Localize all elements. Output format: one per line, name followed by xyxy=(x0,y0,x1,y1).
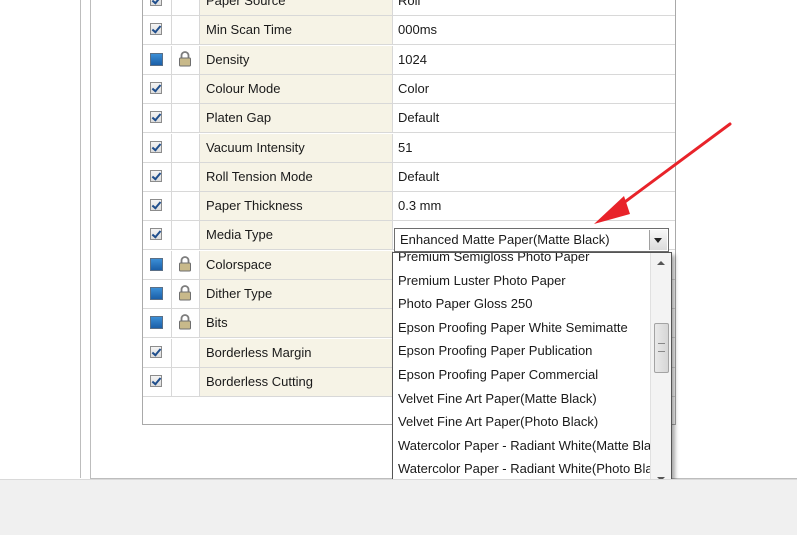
row-toggle-cell[interactable] xyxy=(143,250,172,279)
property-name: Density xyxy=(200,45,393,74)
chevron-down-icon[interactable] xyxy=(649,230,667,250)
lock-cell xyxy=(171,45,200,74)
media-type-option[interactable]: Watercolor Paper - Radiant White(Photo B… xyxy=(393,457,651,481)
media-type-option[interactable]: Epson Proofing Paper White Semimatte xyxy=(393,316,651,340)
property-name: Colorspace xyxy=(200,250,393,279)
lock-cell xyxy=(171,338,200,367)
media-type-option[interactable]: Epson Proofing Paper Publication xyxy=(393,339,651,363)
property-name: Bits xyxy=(200,309,393,338)
row-toggle-cell[interactable] xyxy=(143,16,172,45)
row-toggle-cell[interactable] xyxy=(143,192,172,221)
options-scrollbar[interactable] xyxy=(650,253,671,489)
row-toggle-cell[interactable] xyxy=(143,309,172,338)
lock-cell xyxy=(171,74,200,103)
media-type-option[interactable]: Premium Luster Photo Paper xyxy=(393,269,651,293)
left-panel xyxy=(0,0,81,478)
row-toggle-cell[interactable] xyxy=(143,45,172,74)
media-type-option[interactable]: Premium Semigloss Photo Paper xyxy=(393,253,651,269)
padlock-icon xyxy=(179,285,191,301)
checkbox-checked-icon[interactable] xyxy=(150,111,162,124)
options-container: Premium Semigloss Photo Paper Premium Lus… xyxy=(393,253,651,489)
property-name: Platen Gap xyxy=(200,104,393,133)
property-name: Dither Type xyxy=(200,280,393,308)
property-row[interactable]: Colour Mode Color xyxy=(143,74,675,104)
lock-cell xyxy=(171,133,200,162)
property-value[interactable]: Color xyxy=(394,74,675,103)
lock-cell xyxy=(171,0,200,15)
property-name: Vacuum Intensity xyxy=(200,133,393,162)
blue-square-icon[interactable] xyxy=(150,257,163,271)
row-toggle-cell[interactable] xyxy=(143,162,172,191)
blue-square-icon[interactable] xyxy=(150,52,163,66)
padlock-icon xyxy=(179,255,191,272)
lock-cell xyxy=(171,104,200,133)
row-toggle-cell[interactable] xyxy=(143,0,172,15)
row-toggle-cell[interactable] xyxy=(143,104,172,133)
row-toggle-cell[interactable] xyxy=(143,133,172,162)
checkbox-checked-icon[interactable] xyxy=(150,0,162,6)
scroll-up-icon[interactable] xyxy=(651,253,671,271)
lock-cell xyxy=(171,221,200,250)
lock-cell xyxy=(171,162,200,191)
lock-cell xyxy=(171,367,200,396)
media-type-combobox[interactable]: Enhanced Matte Paper(Matte Black) xyxy=(394,228,669,252)
lock-cell xyxy=(171,280,200,308)
red-arrow-icon xyxy=(594,122,732,224)
checkbox-checked-icon[interactable] xyxy=(150,228,162,241)
row-toggle-cell[interactable] xyxy=(143,338,172,367)
lock-cell xyxy=(171,250,200,279)
property-name: Borderless Margin xyxy=(200,338,393,367)
property-name: Paper Source xyxy=(200,0,393,15)
row-toggle-cell[interactable] xyxy=(143,74,172,103)
media-type-option[interactable]: Watercolor Paper - Radiant White(Matte B… xyxy=(393,434,651,458)
property-value[interactable]: 1024 xyxy=(394,45,675,74)
media-type-option[interactable]: Velvet Fine Art Paper(Photo Black) xyxy=(393,410,651,434)
lock-cell xyxy=(171,16,200,45)
row-toggle-cell[interactable] xyxy=(143,280,172,308)
checkbox-checked-icon[interactable] xyxy=(150,199,162,212)
row-toggle-cell[interactable] xyxy=(143,221,172,250)
property-name: Roll Tension Mode xyxy=(200,162,393,191)
property-name: Borderless Cutting xyxy=(200,367,393,396)
bottom-bar xyxy=(0,479,797,535)
checkbox-checked-icon[interactable] xyxy=(150,345,162,358)
lock-cell xyxy=(171,192,200,221)
property-row[interactable]: Density 1024 xyxy=(143,45,675,75)
media-type-option[interactable]: Velvet Fine Art Paper(Matte Black) xyxy=(393,387,651,411)
media-type-selected-value: Enhanced Matte Paper(Matte Black) xyxy=(400,232,610,247)
blue-square-icon[interactable] xyxy=(150,287,163,300)
checkbox-checked-icon[interactable] xyxy=(150,81,162,94)
checkbox-checked-icon[interactable] xyxy=(150,23,162,36)
property-name: Colour Mode xyxy=(200,74,393,103)
row-toggle-cell[interactable] xyxy=(143,367,172,396)
checkbox-checked-icon[interactable] xyxy=(150,374,162,387)
media-type-option[interactable]: Photo Paper Gloss 250 xyxy=(393,292,651,316)
property-name: Paper Thickness xyxy=(200,192,393,221)
padlock-icon xyxy=(179,50,191,67)
property-value[interactable]: Roll xyxy=(394,0,675,15)
scrollbar-thumb[interactable] xyxy=(654,323,669,373)
media-type-option[interactable]: Epson Proofing Paper Commercial xyxy=(393,363,651,387)
media-type-options-list[interactable]: Premium Semigloss Photo Paper Premium Lus… xyxy=(392,252,672,490)
blue-square-icon[interactable] xyxy=(150,316,163,330)
property-row[interactable]: Paper Source Roll xyxy=(143,0,675,16)
property-value[interactable]: 000ms xyxy=(394,16,675,45)
checkbox-checked-icon[interactable] xyxy=(150,169,162,182)
lock-cell xyxy=(171,309,200,338)
property-row[interactable]: Min Scan Time 000ms xyxy=(143,16,675,46)
property-name: Min Scan Time xyxy=(200,16,393,45)
property-name: Media Type xyxy=(200,221,393,250)
padlock-icon xyxy=(179,314,191,330)
checkbox-checked-icon[interactable] xyxy=(150,140,162,153)
